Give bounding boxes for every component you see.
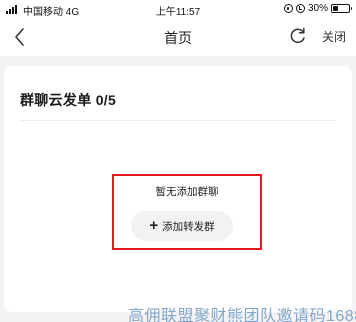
battery-icon <box>331 4 352 13</box>
refresh-icon <box>290 27 305 44</box>
plus-icon: + <box>149 217 159 234</box>
close-button[interactable]: 关闭 <box>322 28 346 45</box>
card-title: 群聊云发单 0/5 <box>20 92 117 108</box>
empty-state-text: 暂无添加群聊 <box>155 186 219 198</box>
alarm-icon <box>295 4 305 13</box>
add-forward-group-label: 添加转发群 <box>162 220 215 233</box>
divider <box>20 120 336 121</box>
status-bar: 中国移动 4G 上午11:57 30% <box>0 0 356 18</box>
battery-percent: 30% <box>307 3 328 14</box>
highlight-box: 暂无添加群聊 + 添加转发群 <box>112 174 262 250</box>
refresh-button[interactable] <box>288 26 308 46</box>
orientation-lock-icon <box>283 4 293 13</box>
group-cloud-card: 群聊云发单 0/5 暂无添加群聊 + 添加转发群 <box>4 66 352 312</box>
add-forward-group-button[interactable]: + 添加转发群 <box>131 211 233 241</box>
status-indicators: 30% <box>283 3 352 14</box>
nav-bar: 首页 关闭 <box>0 18 356 56</box>
watermark: 高佣联盟聚财熊团队邀请码1688 <box>128 308 356 322</box>
